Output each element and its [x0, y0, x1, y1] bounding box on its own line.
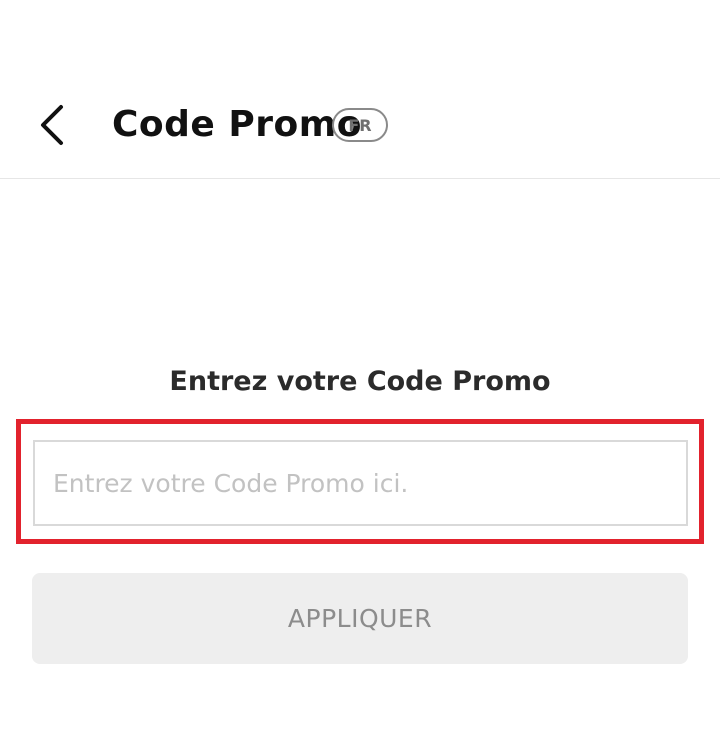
chevron-left-icon: [41, 105, 63, 145]
back-button[interactable]: [22, 95, 82, 155]
promo-code-input[interactable]: [33, 440, 688, 526]
header-bar: Code Promo FR: [0, 0, 720, 179]
promo-code-label: Entrez votre Code Promo: [169, 366, 551, 397]
language-badge: FR: [332, 108, 388, 142]
apply-button[interactable]: APPLIQUER: [32, 573, 688, 664]
page-title: Code Promo: [112, 104, 362, 145]
